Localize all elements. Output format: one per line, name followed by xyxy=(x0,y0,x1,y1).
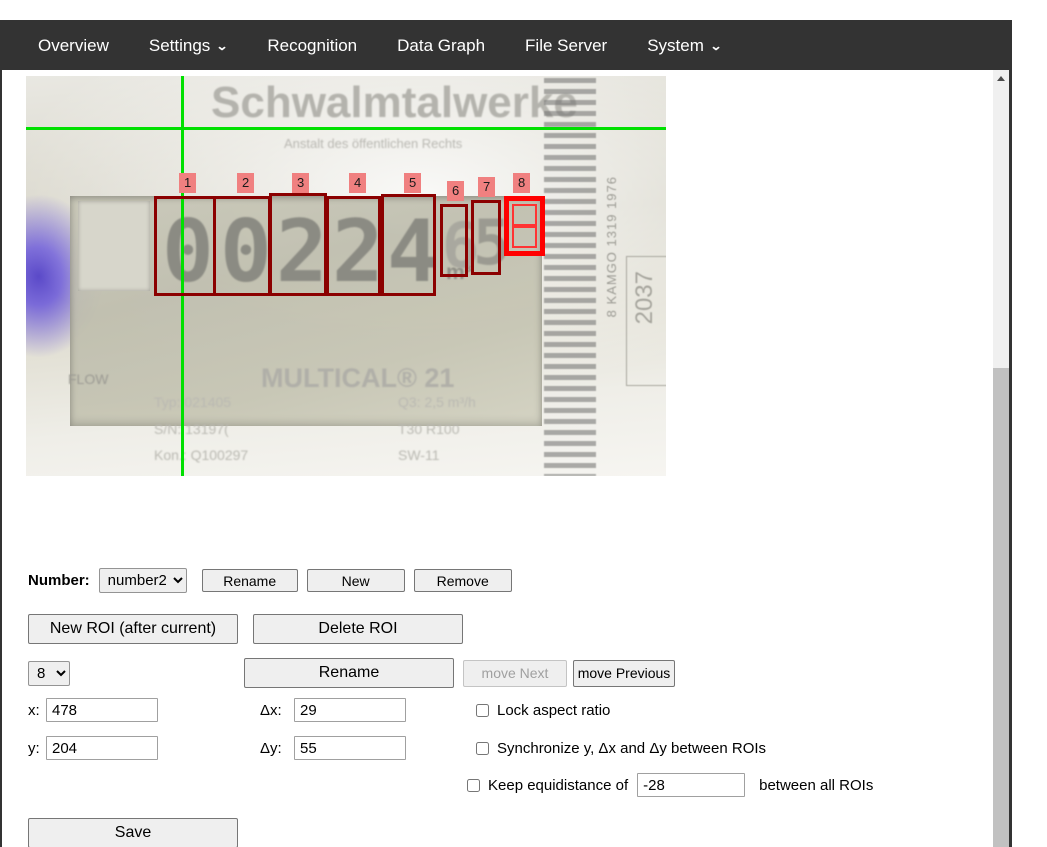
roi-label-1[interactable]: 1 xyxy=(179,173,197,193)
meter-type-text: Typ: 021405 xyxy=(154,394,232,410)
nav-label-recognition: Recognition xyxy=(267,35,358,55)
main-navigation: Overview Settings ⌄ Recognition Data Gra… xyxy=(0,20,1012,70)
meter-flow-text: FLOW xyxy=(68,371,109,387)
move-previous-button[interactable]: move Previous xyxy=(573,659,675,687)
move-next-button[interactable]: move Next xyxy=(463,659,567,687)
equidistance-suffix-label: between all ROIs xyxy=(759,776,874,794)
meter-kom-text: Kon.: Q100297 xyxy=(154,447,249,463)
delete-roi-button[interactable]: Delete ROI xyxy=(253,614,463,644)
keep-equidistance-checkbox[interactable] xyxy=(467,778,480,792)
y-coordinate-row: y: Δy: Synchronize y, Δx and Δy between … xyxy=(28,736,766,760)
remove-number-button[interactable]: Remove xyxy=(413,569,512,592)
equidistance-row: Keep equidistance of between all ROIs xyxy=(467,773,873,797)
scroll-up-arrow-icon[interactable] xyxy=(993,70,1009,86)
triangle-up-icon xyxy=(997,75,1005,81)
rename-roi-button[interactable]: Rename xyxy=(244,658,454,688)
barcode-label-text: 8 KAMGO 1319 1976 xyxy=(604,176,619,318)
number-row: Number: number2 Rename New Remove xyxy=(28,568,512,593)
roi-label-6[interactable]: 6 xyxy=(447,181,465,201)
roi-label-5[interactable]: 5 xyxy=(404,173,422,193)
chevron-down-icon: ⌄ xyxy=(216,39,229,53)
roi-index-select[interactable]: 8 xyxy=(28,660,70,686)
x-label: x: xyxy=(28,701,40,719)
barcode-icon xyxy=(544,78,596,476)
x-input[interactable] xyxy=(46,698,158,722)
dy-input[interactable] xyxy=(294,736,406,760)
roi-resize-handle-8[interactable] xyxy=(512,204,537,226)
y-label: y: xyxy=(28,739,40,757)
synchronize-rois-label: Synchronize y, Δx and Δy between ROIs xyxy=(497,739,767,757)
meter-model-text: MULTICAL® 21 xyxy=(261,363,455,393)
save-row: Save xyxy=(28,818,238,847)
nav-item-recognition[interactable]: Recognition xyxy=(247,29,377,62)
nav-item-settings[interactable]: Settings ⌄ xyxy=(129,29,248,62)
rename-number-button[interactable]: Rename xyxy=(201,569,298,592)
meter-t30-text: T30 R100 xyxy=(398,421,460,437)
number-label: Number: xyxy=(28,572,90,589)
roi-resize-handle-8b[interactable] xyxy=(512,226,537,248)
meter-q3-text: Q3: 2,5 m³/h xyxy=(398,394,476,410)
dx-input[interactable] xyxy=(294,698,406,722)
meter-sn-text: S/N: 13197( xyxy=(154,421,229,437)
camera-image-roi-editor[interactable]: Schwalmtalwerke Anstalt des öffentlichen… xyxy=(26,76,666,476)
roi-actions-row: New ROI (after current) Delete ROI xyxy=(28,614,463,644)
nav-label-overview: Overview xyxy=(38,35,109,55)
new-roi-button[interactable]: New ROI (after current) xyxy=(28,614,238,644)
roi-label-3[interactable]: 3 xyxy=(292,173,310,193)
nav-label-file-server: File Server xyxy=(525,35,608,55)
roi-box-4[interactable] xyxy=(326,196,381,296)
roi-label-8[interactable]: 8 xyxy=(513,173,531,193)
crosshair-horizontal-line[interactable] xyxy=(26,127,666,130)
save-button[interactable]: Save xyxy=(28,818,238,847)
roi-box-6[interactable] xyxy=(440,204,468,277)
nav-item-overview[interactable]: Overview xyxy=(18,29,129,62)
meter-brand-text: Schwalmtalwerke xyxy=(211,78,578,127)
roi-label-7[interactable]: 7 xyxy=(478,177,496,197)
chevron-down-icon: ⌄ xyxy=(709,39,723,53)
nav-label-settings: Settings xyxy=(148,35,211,55)
equidistance-input[interactable] xyxy=(637,773,746,797)
roi-label-2[interactable]: 2 xyxy=(237,173,255,193)
dy-label: Δy: xyxy=(260,739,282,757)
nav-item-file-server[interactable]: File Server xyxy=(505,29,627,62)
roi-box-7[interactable] xyxy=(471,200,501,275)
roi-select-row: 8 Rename move Next move Previous xyxy=(28,658,675,688)
meter-sw-text: SW-11 xyxy=(398,447,440,463)
nav-label-data-graph: Data Graph xyxy=(397,35,486,55)
lock-aspect-ratio-checkbox[interactable] xyxy=(476,703,489,717)
number-select[interactable]: number2 xyxy=(98,568,187,593)
meter-subtitle-text: Anstalt des öffentlichen Rechts xyxy=(284,136,463,151)
meter-sidebox-text: 2037 xyxy=(631,271,658,325)
nav-label-system: System xyxy=(647,35,704,55)
meter-sidebox: 2037 xyxy=(626,256,666,386)
roi-box-5[interactable] xyxy=(381,194,436,296)
keep-equidistance-label: Keep equidistance of xyxy=(488,776,629,794)
roi-box-3[interactable] xyxy=(269,193,327,296)
roi-box-1[interactable] xyxy=(154,196,216,296)
roi-box-2[interactable] xyxy=(213,196,271,296)
lock-aspect-ratio-label: Lock aspect ratio xyxy=(497,701,611,719)
y-input[interactable] xyxy=(46,736,158,760)
synchronize-rois-checkbox[interactable] xyxy=(476,741,489,755)
new-number-button[interactable]: New xyxy=(306,569,405,592)
x-coordinate-row: x: Δx: Lock aspect ratio xyxy=(28,698,610,722)
dx-label: Δx: xyxy=(260,701,282,719)
meter-lcd-tab xyxy=(78,201,150,291)
scrollbar-thumb[interactable] xyxy=(993,368,1009,847)
roi-label-4[interactable]: 4 xyxy=(349,173,367,193)
nav-item-system[interactable]: System ⌄ xyxy=(627,29,741,62)
content-pane: Schwalmtalwerke Anstalt des öffentlichen… xyxy=(0,70,1012,847)
nav-item-data-graph[interactable]: Data Graph xyxy=(377,29,505,62)
vertical-scrollbar[interactable] xyxy=(993,70,1009,847)
